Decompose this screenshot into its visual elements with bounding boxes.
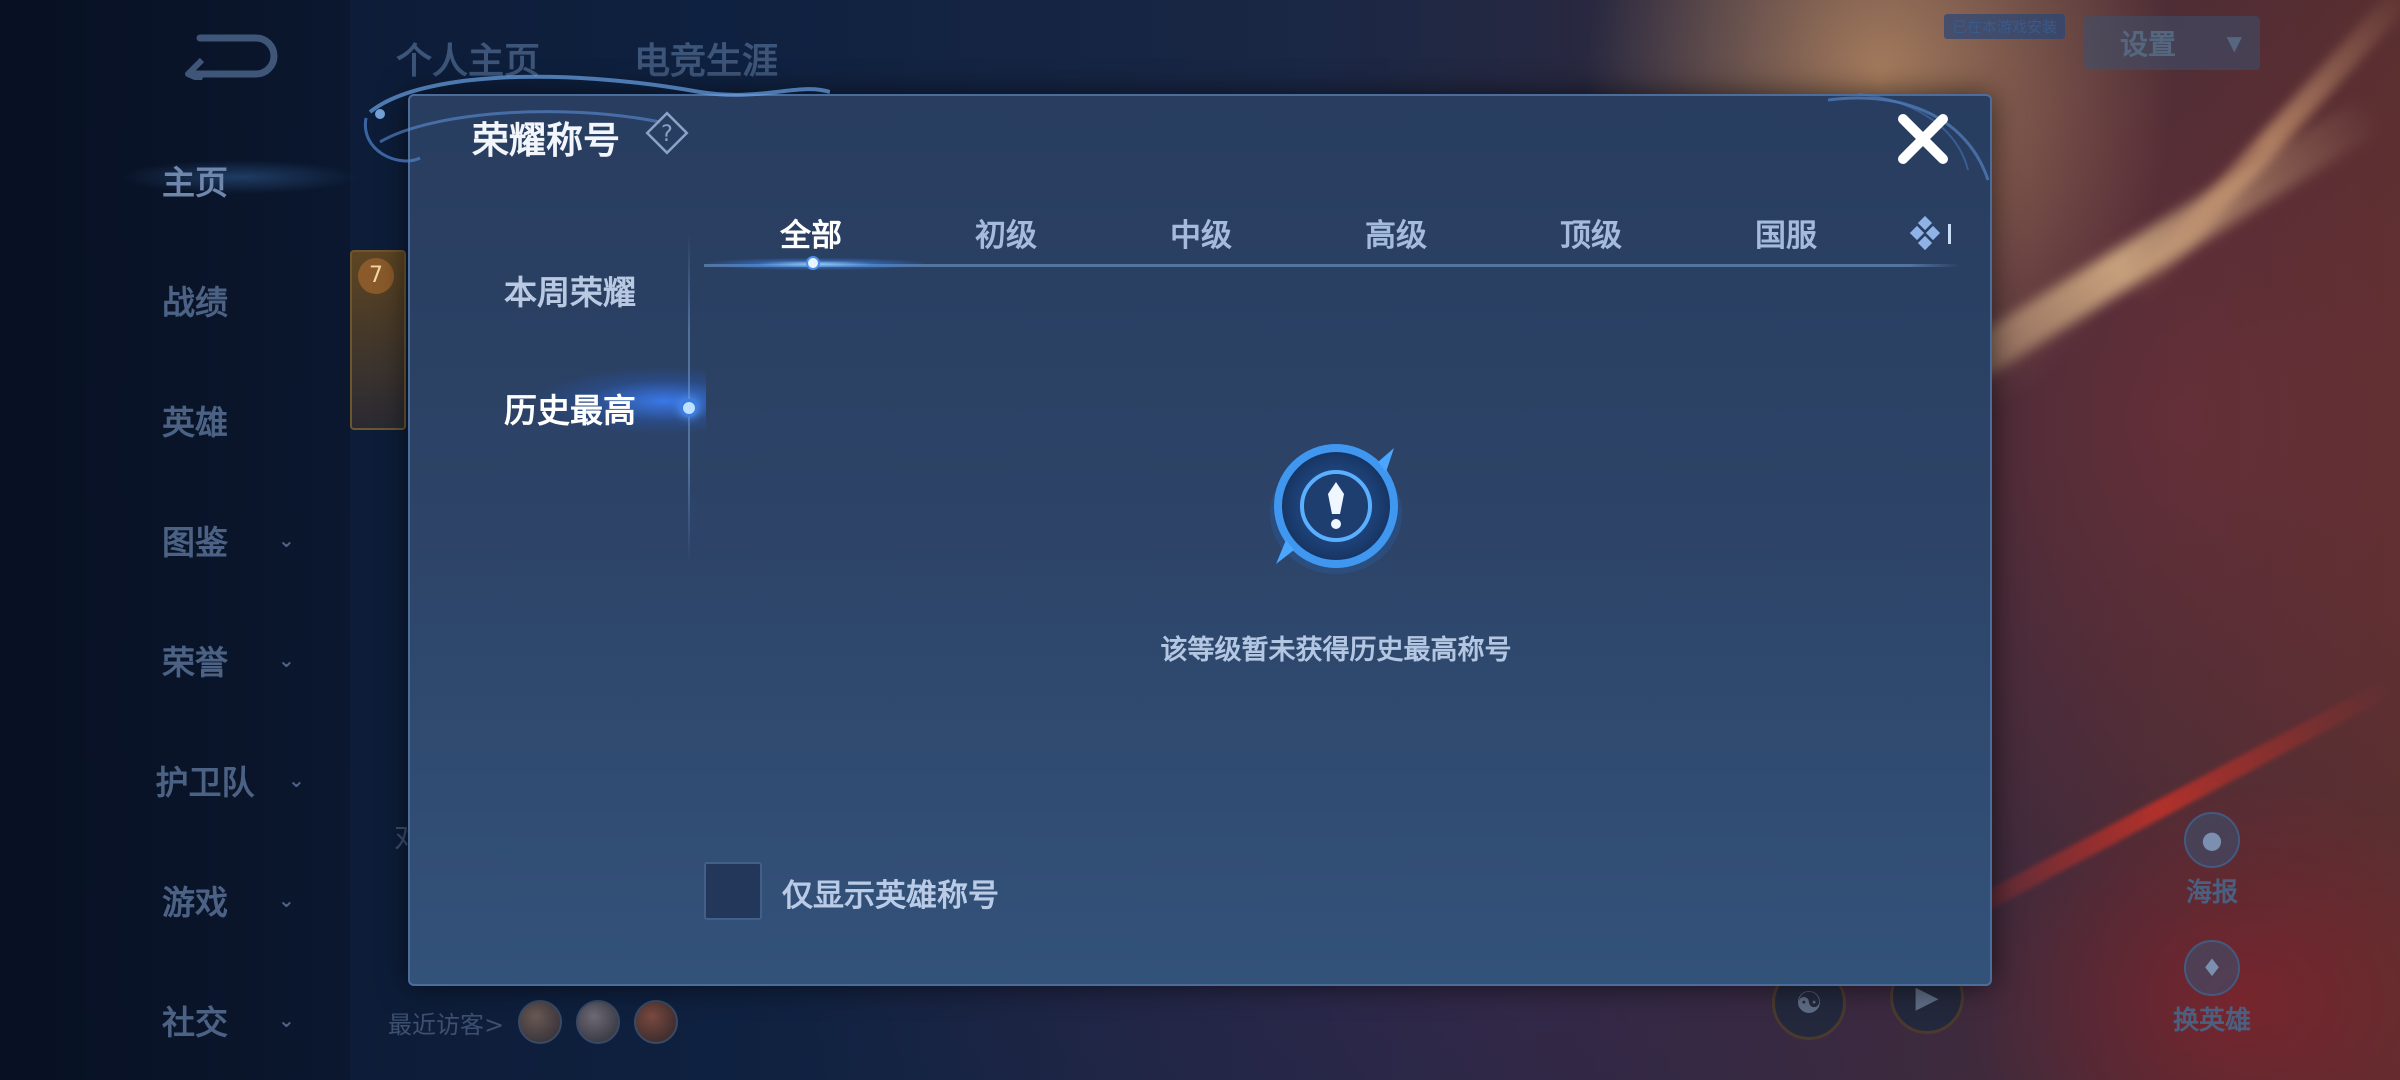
tab-top[interactable]: 顶级 [1516, 204, 1666, 260]
nav-item-label: 荣誉 [162, 643, 228, 682]
help-icon[interactable]: ? [644, 110, 690, 156]
profile-card-badge: 7 [350, 250, 406, 430]
nav-item-game[interactable]: 游戏 ⌄ [140, 870, 340, 930]
avatar[interactable] [518, 1000, 563, 1044]
avatar[interactable] [576, 1000, 621, 1044]
nav-item-label: 主页 [162, 163, 228, 202]
dialog-title: 荣耀称号 [472, 119, 620, 162]
nav-item-label: 护卫队 [155, 763, 255, 802]
level-badge: 7 [358, 258, 394, 294]
alert-icon [1270, 444, 1402, 574]
poster-icon: ● [2184, 812, 2240, 868]
side-tab-divider [688, 232, 690, 562]
tab-national[interactable]: 国服 [1711, 204, 1861, 260]
empty-state-message: 该等级暂未获得历史最高称号 [1160, 635, 1512, 666]
nav-item-label: 英雄 [162, 403, 228, 442]
recent-visitors-label: 最近访客> [388, 1010, 505, 1039]
tab-beginner[interactable]: 初级 [931, 204, 1081, 260]
tab-all[interactable]: 全部 [736, 204, 886, 260]
recent-visitors[interactable]: 最近访客> [388, 1000, 679, 1044]
active-tab-indicator [806, 256, 820, 270]
chevron-down-icon: ▼ [2226, 31, 2242, 55]
close-icon [1898, 114, 1948, 164]
change-hero-icon: ♦ [2184, 940, 2240, 996]
nav-item-label: 社交 [162, 1003, 228, 1042]
chevron-down-icon: ⌄ [278, 1008, 295, 1032]
tab-advanced[interactable]: 高级 [1321, 204, 1471, 260]
tab-historical-best[interactable]: 历史最高 [460, 376, 680, 440]
nav-item-heroes[interactable]: 英雄 [140, 390, 340, 450]
game-install-tag: 已在本游戏安装 [1944, 14, 2066, 39]
back-arrow-icon[interactable] [180, 28, 280, 80]
change-hero-button[interactable]: ♦ 换英雄 [2152, 940, 2272, 1037]
checkbox-label: 仅显示英雄称号 [782, 878, 999, 914]
settings-dropdown[interactable]: 设置 ▼ [2084, 16, 2260, 70]
chevron-down-icon: ⌄ [278, 528, 295, 552]
side-tab-indicator [680, 399, 698, 417]
nav-item-label: 战绩 [162, 283, 228, 322]
nav-item-record[interactable]: 战绩 [140, 270, 340, 330]
nav-item-label: 游戏 [162, 883, 228, 922]
tab-intermediate[interactable]: 中级 [1126, 204, 1276, 260]
avatar[interactable] [634, 1000, 679, 1044]
svg-text:?: ? [661, 122, 673, 147]
nav-item-guard-team[interactable]: 护卫队 ⌄ [150, 750, 350, 810]
nav-item-collection[interactable]: 图鉴 ⌄ [140, 510, 340, 570]
chevron-down-icon: ⌄ [278, 648, 295, 672]
nav-item-honor[interactable]: 荣誉 ⌄ [140, 630, 340, 690]
poster-button[interactable]: ● 海报 [2152, 812, 2272, 909]
nav-item-label: 图鉴 [162, 523, 228, 562]
close-button[interactable] [1894, 110, 1952, 168]
poster-label: 海报 [2185, 878, 2238, 908]
tab-esports-career[interactable]: 电竞生涯 [634, 32, 778, 84]
more-tabs-icon[interactable] [1910, 216, 1956, 252]
settings-label: 设置 [2120, 28, 2177, 61]
chevron-down-icon: ⌄ [288, 768, 305, 792]
level-tab-bar: 全部 初级 中级 高级 顶级 国服 [704, 204, 1964, 264]
change-hero-label: 换英雄 [2172, 1006, 2251, 1036]
chevron-down-icon: ⌄ [278, 888, 295, 912]
tab-personal-home[interactable]: 个人主页 [396, 32, 540, 84]
nav-item-social[interactable]: 社交 ⌄ [140, 990, 340, 1050]
tab-weekly-honor[interactable]: 本周荣耀 [460, 258, 680, 322]
nav-item-home[interactable]: 主页 [140, 150, 340, 210]
hero-titles-only-checkbox[interactable] [704, 862, 762, 920]
honor-title-dialog: 荣耀称号 ? 本周荣耀 历史最高 全部 初级 中级 高级 顶级 国服 该等级暂未… [364, 74, 1992, 986]
